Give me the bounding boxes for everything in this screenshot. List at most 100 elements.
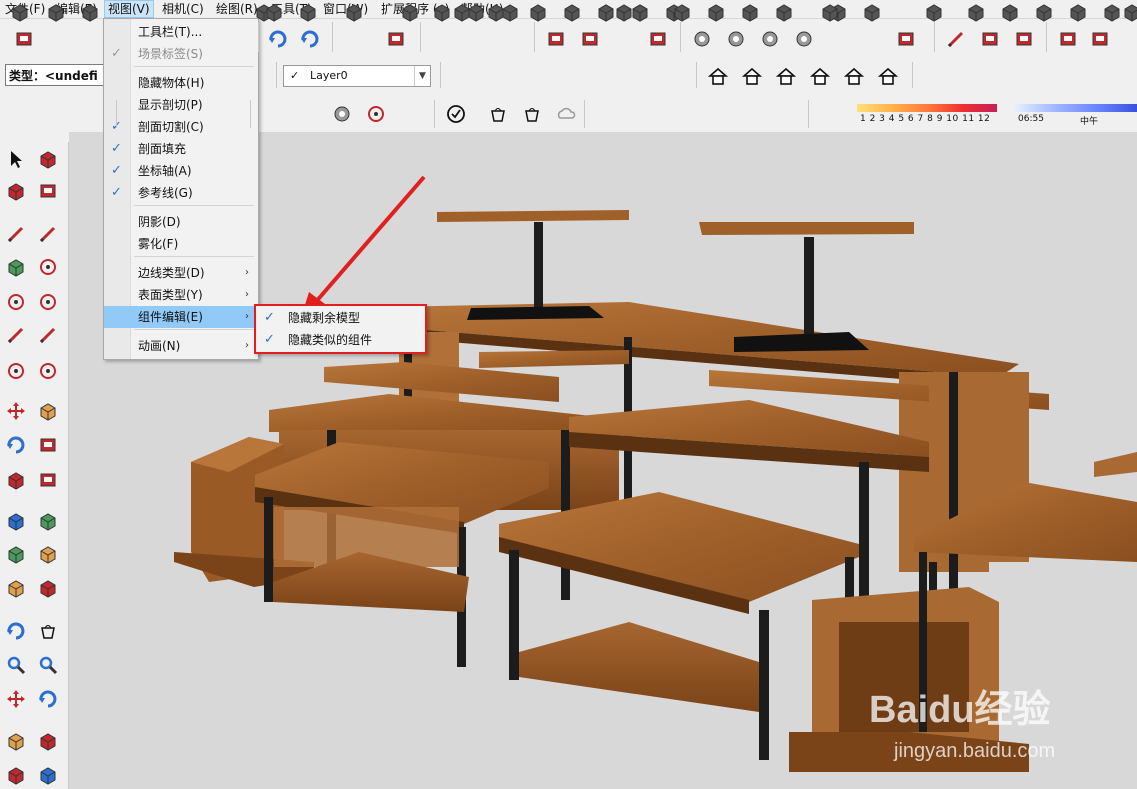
hide-similar-components-item[interactable]: ✓ 隐藏类似的组件: [256, 329, 425, 351]
extension-tool-icon[interactable]: [262, 0, 286, 24]
view-tool-icon[interactable]: [808, 64, 832, 88]
toolbar-tool-icon[interactable]: [792, 27, 816, 51]
left-tool-icon[interactable]: [36, 222, 60, 246]
view-menu-item[interactable]: 动画(N) ›: [104, 335, 258, 357]
left-tool-icon[interactable]: [36, 576, 60, 600]
left-tool-icon[interactable]: [36, 729, 60, 753]
extension-tool-icon[interactable]: [44, 0, 68, 24]
left-tool-icon[interactable]: [4, 290, 28, 314]
hide-rest-of-model-item[interactable]: ✓ 隐藏剩余模型: [256, 307, 425, 329]
view-tool-icon[interactable]: [842, 64, 866, 88]
view-menu-item[interactable]: 显示剖切(P): [104, 94, 258, 116]
extension-tool-icon[interactable]: [738, 0, 762, 24]
left-tool-icon[interactable]: [36, 653, 60, 677]
left-tool-icon[interactable]: [4, 576, 28, 600]
view-menu-item[interactable]: ✓ 参考线(G): [104, 182, 258, 204]
view-tool-icon[interactable]: [706, 64, 730, 88]
view-tool-icon[interactable]: [774, 64, 798, 88]
left-tool-icon[interactable]: [4, 323, 28, 347]
extension-tool-icon[interactable]: [330, 102, 354, 126]
extension-tool-icon[interactable]: [670, 0, 694, 24]
view-menu-item[interactable]: 组件编辑(E) ›: [104, 306, 258, 328]
view-tool-icon[interactable]: [740, 64, 764, 88]
view-menu-item[interactable]: ✓ 剖面填充: [104, 138, 258, 160]
extension-tool-icon[interactable]: [296, 0, 320, 24]
left-tool-icon[interactable]: [4, 468, 28, 492]
view-menu-item[interactable]: 工具栏(T)...: [104, 21, 258, 43]
toolbar-tool-icon[interactable]: [724, 27, 748, 51]
left-tool-icon[interactable]: [4, 179, 28, 203]
entity-type-field[interactable]: 类型：<undefi: [5, 64, 109, 86]
left-tool-icon[interactable]: [4, 542, 28, 566]
toolbar-tool-icon[interactable]: [1056, 27, 1080, 51]
left-tool-icon[interactable]: [4, 359, 28, 383]
view-tool-icon[interactable]: [964, 0, 988, 24]
left-tool-icon[interactable]: [4, 509, 28, 533]
left-tool-icon[interactable]: [36, 255, 60, 279]
view-menu-item[interactable]: 边线类型(D) ›: [104, 262, 258, 284]
view-tool-icon[interactable]: [1032, 0, 1056, 24]
left-tool-icon[interactable]: [4, 433, 28, 457]
left-tool-icon[interactable]: [4, 729, 28, 753]
toolbar-tool-icon[interactable]: [1088, 27, 1112, 51]
extension-tool-icon[interactable]: [628, 0, 652, 24]
toolbar-tool-icon[interactable]: [758, 27, 782, 51]
toolbar-tool-icon[interactable]: [978, 27, 1002, 51]
view-tool-icon[interactable]: [1100, 0, 1124, 24]
extension-tool-icon[interactable]: [818, 0, 842, 24]
left-tool-icon[interactable]: [4, 763, 28, 787]
extension-tool-icon[interactable]: [594, 0, 618, 24]
toolbar-tool-icon[interactable]: [894, 27, 918, 51]
left-tool-icon[interactable]: [36, 399, 60, 423]
toolbar-tool-icon[interactable]: [1012, 27, 1036, 51]
left-tool-icon[interactable]: [36, 619, 60, 643]
left-tool-icon[interactable]: [36, 290, 60, 314]
extension-tool-icon[interactable]: [398, 0, 422, 24]
toolbar-tool-icon[interactable]: [298, 27, 322, 51]
view-tool-icon[interactable]: [1066, 0, 1090, 24]
toolbar-tool-icon[interactable]: [544, 27, 568, 51]
extension-tool-icon[interactable]: [554, 102, 578, 126]
left-tool-icon[interactable]: [36, 147, 60, 171]
view-menu-item[interactable]: ✓ 坐标轴(A): [104, 160, 258, 182]
view-tool-icon[interactable]: [560, 0, 584, 24]
toolbar-tool-icon[interactable]: [690, 27, 714, 51]
toolbar-tool-icon[interactable]: [384, 27, 408, 51]
extension-tool-icon[interactable]: [444, 102, 468, 126]
left-tool-icon[interactable]: [36, 323, 60, 347]
view-menu-item[interactable]: 隐藏物体(H): [104, 72, 258, 94]
left-tool-icon[interactable]: [36, 468, 60, 492]
toolbar-tool-icon[interactable]: [266, 27, 290, 51]
view-menu-item[interactable]: 表面类型(Y) ›: [104, 284, 258, 306]
left-tool-icon[interactable]: [4, 619, 28, 643]
shadow-month-slider[interactable]: [857, 104, 997, 112]
extension-tool-icon[interactable]: [486, 102, 510, 126]
toolbar-tool-icon[interactable]: [860, 0, 884, 24]
left-tool-icon[interactable]: [4, 399, 28, 423]
view-tool-icon[interactable]: [998, 0, 1022, 24]
toolbar-tool-icon[interactable]: [12, 27, 36, 51]
left-tool-icon[interactable]: [36, 687, 60, 711]
toolbar-tool-icon[interactable]: [944, 27, 968, 51]
shadow-time-slider[interactable]: [1015, 104, 1137, 112]
view-menu-item[interactable]: 阴影(D): [104, 211, 258, 233]
left-tool-icon[interactable]: [36, 359, 60, 383]
extension-tool-icon[interactable]: [364, 102, 388, 126]
left-tool-icon[interactable]: [4, 147, 28, 171]
view-tool-icon[interactable]: [876, 64, 900, 88]
view-tool-icon[interactable]: [526, 0, 550, 24]
toolbar-tool-icon[interactable]: [646, 27, 670, 51]
view-menu-item[interactable]: ✓ 场景标签(S): [104, 43, 258, 65]
menu-camera[interactable]: 相机(C): [159, 0, 207, 18]
extension-tool-icon[interactable]: [78, 0, 102, 24]
extension-tool-icon[interactable]: [520, 102, 544, 126]
layer-dropdown[interactable]: ✓ Layer0 ▼: [283, 65, 431, 87]
menu-view[interactable]: 视图(V): [104, 0, 154, 18]
extension-tool-icon[interactable]: [704, 0, 728, 24]
extension-tool-icon[interactable]: [8, 0, 32, 24]
view-tool-icon[interactable]: [922, 0, 946, 24]
left-tool-icon[interactable]: [4, 222, 28, 246]
toolbar-tool-icon[interactable]: [578, 27, 602, 51]
left-tool-icon[interactable]: [4, 255, 28, 279]
view-tool-icon[interactable]: [450, 0, 474, 24]
